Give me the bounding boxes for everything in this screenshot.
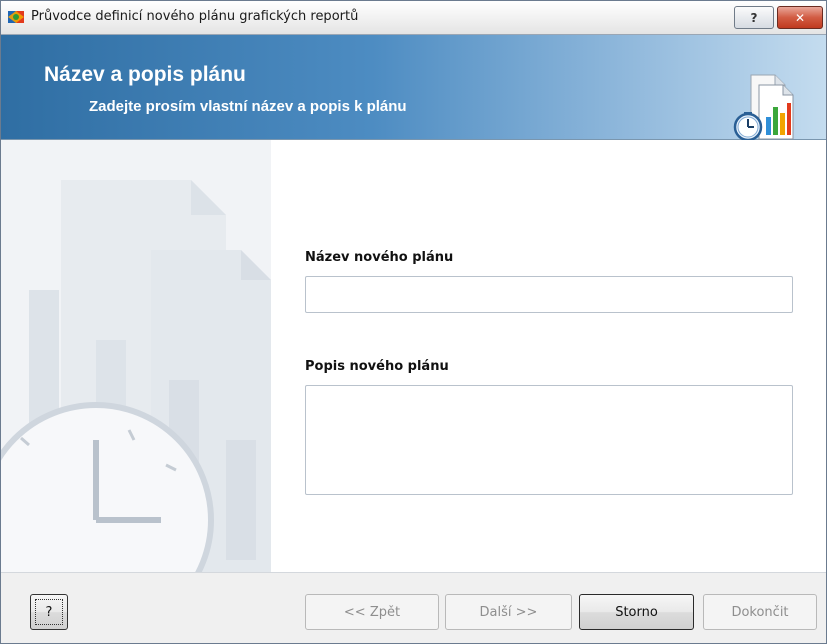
report-watermark-illustration <box>1 140 271 572</box>
next-button-label: Další >> <box>479 604 538 620</box>
plan-name-label: Název nového plánu <box>305 250 454 265</box>
finish-button-label: Dokončit <box>731 604 789 620</box>
close-icon: ✕ <box>794 10 806 25</box>
help-button-label: ? <box>35 599 63 625</box>
help-button[interactable]: ? <box>30 594 68 630</box>
back-button-label: << Zpět <box>343 604 401 620</box>
title-bar: Průvodce definicí nového plánu grafickýc… <box>1 1 826 35</box>
plan-description-textarea[interactable] <box>305 385 793 495</box>
page-subtitle: Zadejte prosím vlastní název a popis k p… <box>89 98 407 115</box>
avg-app-icon <box>8 11 24 23</box>
finish-button[interactable]: Dokončit <box>703 594 817 630</box>
cancel-button[interactable]: Storno <box>579 594 694 630</box>
close-button[interactable]: ✕ <box>777 6 823 29</box>
wizard-content: Název nového plánu Popis nového plánu <box>1 140 826 572</box>
plan-description-label: Popis nového plánu <box>305 359 449 374</box>
wizard-window: Průvodce definicí nového plánu grafickýc… <box>0 0 827 644</box>
window-title: Průvodce definicí nového plánu grafickýc… <box>31 9 359 24</box>
wizard-header: Název a popis plánu Zadejte prosím vlast… <box>1 35 826 141</box>
help-icon: ? <box>750 10 758 25</box>
page-title: Název a popis plánu <box>44 63 246 86</box>
report-schedule-icon <box>733 74 794 141</box>
plan-name-input[interactable] <box>305 276 793 313</box>
next-button[interactable]: Další >> <box>445 594 572 630</box>
cancel-button-label: Storno <box>615 604 658 620</box>
wizard-footer: ? << Zpět Další >> Storno Dokončit <box>1 572 826 643</box>
back-button[interactable]: << Zpět <box>305 594 439 630</box>
titlebar-help-button[interactable]: ? <box>734 6 774 29</box>
